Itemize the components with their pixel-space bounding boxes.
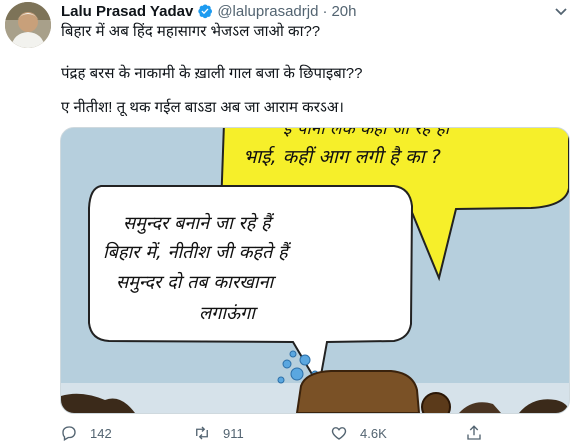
- tweet-text-line-3: ए नीतीश! तू थक गईल बाऽडा अब जा आराम करऽअ…: [61, 99, 344, 116]
- avatar[interactable]: [5, 2, 51, 48]
- reply-count: 142: [90, 425, 112, 441]
- share-button[interactable]: [465, 420, 495, 446]
- retweet-button[interactable]: 911: [193, 420, 244, 446]
- reply-icon: [62, 426, 76, 441]
- share-icon: [467, 425, 481, 440]
- like-count: 4.6K: [360, 425, 387, 441]
- bubble-right-line-1: ई पानी लेके कहां जा रहे हो: [283, 128, 453, 139]
- author-handle[interactable]: @laluprasadrjd: [217, 3, 318, 20]
- more-options-chevron-icon[interactable]: [553, 3, 569, 19]
- bubble-right-line-2: भाई, कहीं आग लगी है का ?: [243, 145, 441, 168]
- verified-badge-icon: [197, 3, 213, 19]
- bubble-left-line-2: बिहार में, नीतीश जी कहते हैं: [103, 241, 292, 263]
- water-barrel: [295, 370, 421, 413]
- heart-icon: [331, 427, 347, 440]
- tweet-text-line-1: बिहार में अब हिंद महासागर भेजऽल जाओ का??: [61, 23, 321, 40]
- retweet-icon: [196, 426, 208, 440]
- like-button[interactable]: 4.6K: [330, 420, 387, 446]
- separator-dot: ·: [322, 2, 328, 20]
- tweet-header: Lalu Prasad Yadav @laluprasadrjd · 20h: [61, 1, 356, 21]
- bubble-left-line-1: समुन्दर बनाने जा रहे हैं: [123, 212, 275, 234]
- author-name[interactable]: Lalu Prasad Yadav: [61, 3, 193, 20]
- tweet-text-line-2: पंद्रह बरस के नाकामी के ख़ाली गाल बजा के…: [61, 65, 363, 82]
- tweet-timestamp[interactable]: 20h: [331, 3, 356, 20]
- reply-button[interactable]: 142: [60, 420, 112, 446]
- tweet-actions: 142 911 4.6K: [60, 420, 520, 446]
- bubble-left-line-3: समुन्दर दो तब कारखाना: [116, 271, 277, 293]
- retweet-count: 911: [223, 425, 244, 441]
- bubble-left-line-4: लगाऊंगा: [199, 303, 258, 324]
- tweet-image-cartoon[interactable]: ई पानी लेके कहां जा रहे हो भाई, कहीं आग …: [60, 127, 570, 414]
